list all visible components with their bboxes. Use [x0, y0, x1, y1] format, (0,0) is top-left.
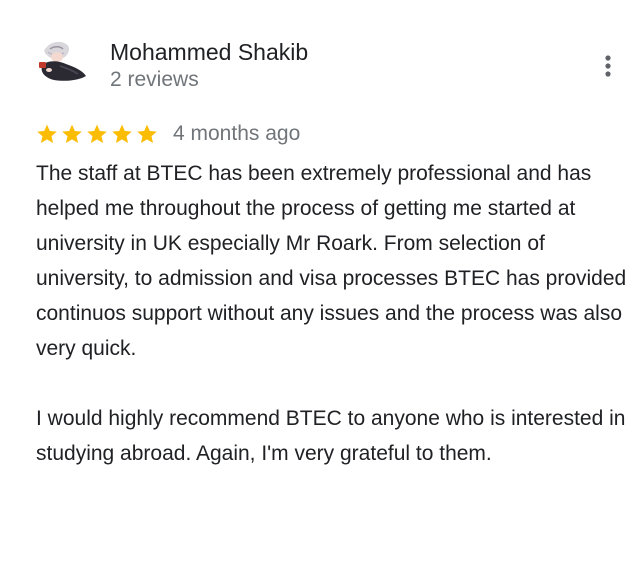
avatar[interactable]	[36, 40, 88, 84]
review-card: Mohammed Shakib 2 reviews 4 months ago T…	[0, 0, 637, 567]
star-icon	[137, 124, 157, 143]
review-date: 4 months ago	[173, 122, 301, 145]
reviewer-name[interactable]: Mohammed Shakib	[110, 37, 308, 67]
star-icon	[62, 124, 82, 143]
star-icon	[37, 124, 57, 143]
star-rating	[36, 123, 161, 145]
review-text: The staff at BTEC has been extremely pro…	[36, 156, 628, 471]
rating-row: 4 months ago	[36, 119, 300, 149]
review-paragraph-2: I would highly recommend BTEC to anyone …	[36, 407, 626, 465]
more-options-button[interactable]	[596, 50, 620, 82]
more-vert-icon	[605, 55, 611, 77]
review-paragraph-1: The staff at BTEC has been extremely pro…	[36, 162, 627, 360]
review-count[interactable]: 2 reviews	[110, 66, 199, 94]
star-icon	[112, 124, 132, 143]
star-icon	[87, 124, 107, 143]
